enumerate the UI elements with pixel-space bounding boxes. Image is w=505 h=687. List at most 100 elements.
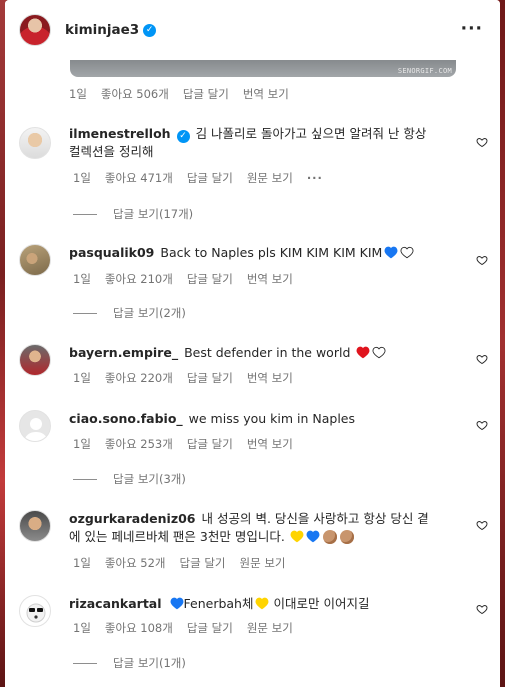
replies-divider: [73, 662, 97, 664]
view-replies-button[interactable]: 답글 보기(3개): [73, 471, 186, 487]
comment-likes[interactable]: 좋아요 210개: [105, 271, 173, 287]
more-options-icon[interactable]: ···: [461, 19, 483, 39]
commenter-avatar[interactable]: [19, 344, 51, 376]
image-watermark: SENORGIF.COM: [397, 67, 452, 75]
comment-body: we miss you kim in Naples: [188, 411, 355, 426]
comment-meta: 1일 좋아요 210개 답글 달기 번역 보기: [73, 271, 307, 287]
comment-original-button[interactable]: 원문 보기: [240, 555, 286, 571]
default-user-icon: [24, 418, 48, 441]
commenter-username[interactable]: ciao.sono.fabio_: [69, 411, 183, 426]
comment-body-line1: 김 나폴리로 돌아가고 싶으면 알려줘 난 항상: [195, 126, 427, 141]
comment-meta: 1일 좋아요 253개 답글 달기 번역 보기: [73, 436, 307, 452]
view-replies-button[interactable]: 답글 보기(2개): [73, 305, 186, 321]
view-replies-label: 답글 보기(1개): [113, 656, 186, 670]
comment-body-part1: Fenerbah체: [183, 596, 254, 611]
author-avatar[interactable]: [19, 14, 51, 46]
commenter-avatar[interactable]: [19, 127, 51, 159]
comment-time: 1일: [73, 171, 91, 185]
comment-time: 1일: [73, 437, 91, 451]
verified-badge-icon: ✓: [176, 130, 190, 143]
comment-body: Back to Naples pls KIM KIM KIM KIM: [160, 245, 383, 260]
comment-more-icon[interactable]: ···: [307, 171, 323, 185]
comment-time: 1일: [73, 272, 91, 286]
comment-original-button[interactable]: 원문 보기: [247, 620, 293, 636]
blue-heart-icon: [306, 530, 320, 543]
comment-likes[interactable]: 좋아요 52개: [105, 555, 166, 571]
comments-panel: kiminjae3 ✓ ··· SENORGIF.COM 1일 좋아요 506개…: [5, 0, 500, 687]
comment-meta: 1일 좋아요 220개 답글 달기 번역 보기: [73, 370, 307, 386]
commenter-username[interactable]: ilmenestrelloh: [69, 126, 171, 141]
comment-meta: 1일 좋아요 108개 답글 달기 원문 보기: [73, 620, 307, 636]
commenter-username[interactable]: ozgurkaradeniz06: [69, 511, 196, 526]
like-heart-outline-icon[interactable]: [476, 254, 488, 266]
white-heart-icon: [372, 346, 386, 359]
author-username-text[interactable]: kiminjae3: [65, 22, 139, 38]
commenter-avatar-default[interactable]: [19, 410, 51, 442]
white-heart-icon: [400, 246, 414, 259]
avatar-dog-icon: [26, 603, 46, 623]
post-likes[interactable]: 좋아요 506개: [101, 86, 169, 102]
comment-body-line2: 에 있는 페네르바체 팬은 3천만 명입니다.: [69, 529, 285, 544]
red-heart-icon: [356, 346, 370, 359]
commenter-avatar[interactable]: [19, 510, 51, 542]
post-translate-button[interactable]: 번역 보기: [243, 86, 289, 102]
comment-reply-button[interactable]: 답글 달기: [187, 370, 233, 386]
commenter-username[interactable]: rizacankartal: [69, 596, 162, 611]
comment-text: ozgurkaradeniz06 내 성공의 벽. 당신을 사랑하고 항상 당신 …: [69, 510, 464, 546]
view-replies-label: 답글 보기(3개): [113, 472, 186, 486]
comment-translate-button[interactable]: 번역 보기: [247, 370, 293, 386]
commenter-username[interactable]: pasqualik09: [69, 245, 154, 260]
comment-text: bayern.empire_ Best defender in the world: [69, 344, 464, 362]
blue-heart-icon: [170, 597, 183, 610]
comment-reply-button[interactable]: 답글 달기: [180, 555, 226, 571]
like-heart-outline-icon[interactable]: [476, 519, 488, 531]
yellow-heart-icon: [290, 530, 304, 543]
comment-likes[interactable]: 좋아요 108개: [105, 620, 173, 636]
comment-text: ilmenestrelloh ✓ 김 나폴리로 돌아가고 싶으면 알려줘 난 항상 …: [69, 125, 464, 161]
comment-reply-button[interactable]: 답글 달기: [187, 271, 233, 287]
view-replies-label: 답글 보기(17개): [113, 207, 194, 221]
comment-time: 1일: [73, 556, 91, 570]
comment-likes[interactable]: 좋아요 253개: [105, 436, 173, 452]
commenter-username[interactable]: bayern.empire_: [69, 345, 178, 360]
comment-likes[interactable]: 좋아요 220개: [105, 370, 173, 386]
comment-text: pasqualik09 Back to Naples pls KIM KIM KI…: [69, 244, 464, 262]
comment-reply-button[interactable]: 답글 달기: [187, 170, 233, 186]
comment-translate-button[interactable]: 번역 보기: [247, 436, 293, 452]
replies-divider: [73, 478, 97, 480]
clapping-hands-icon: [322, 530, 337, 544]
comment-likes[interactable]: 좋아요 471개: [105, 170, 173, 186]
yellow-heart-icon: [256, 597, 269, 610]
post-header: kiminjae3 ✓ ···: [5, 0, 500, 60]
view-replies-button[interactable]: 답글 보기(17개): [73, 206, 193, 222]
comment-translate-button[interactable]: 번역 보기: [247, 271, 293, 287]
like-heart-outline-icon[interactable]: [476, 419, 488, 431]
comment-meta: 1일 좋아요 52개 답글 달기 원문 보기: [73, 555, 299, 571]
commenter-avatar[interactable]: [19, 244, 51, 276]
comment-time: 1일: [73, 371, 91, 385]
post-reply-button[interactable]: 답글 달기: [183, 86, 229, 102]
comment-meta: 1일 좋아요 471개 답글 달기 원문 보기 ···: [73, 170, 337, 186]
comment-reply-button[interactable]: 답글 달기: [187, 620, 233, 636]
comment-text: rizacankartal Fenerbah체 이대로만 이어지길: [69, 595, 464, 613]
commenter-avatar[interactable]: [19, 595, 51, 627]
comment-body-line2: 컬렉션을 정리해: [69, 144, 154, 159]
verified-badge-icon: ✓: [143, 23, 157, 37]
post-meta: 1일 좋아요 506개 답글 달기 번역 보기: [69, 86, 303, 102]
comment-time: 1일: [73, 621, 91, 635]
view-replies-button[interactable]: 답글 보기(1개): [73, 655, 186, 671]
comment-reply-button[interactable]: 답글 달기: [187, 436, 233, 452]
author-username[interactable]: kiminjae3 ✓: [65, 22, 157, 38]
view-replies-label: 답글 보기(2개): [113, 306, 186, 320]
blue-heart-icon: [384, 246, 398, 259]
post-time: 1일: [69, 87, 87, 101]
like-heart-outline-icon[interactable]: [476, 353, 488, 365]
clapping-hands-icon: [339, 530, 354, 544]
comment-original-button[interactable]: 원문 보기: [247, 170, 293, 186]
comment-text: ciao.sono.fabio_ we miss you kim in Naple…: [69, 410, 464, 428]
like-heart-outline-icon[interactable]: [476, 136, 488, 148]
comment-body: Best defender in the world: [184, 345, 351, 360]
comment-body-line1: 내 성공의 벽. 당신을 사랑하고 항상 당신 곁: [201, 511, 429, 526]
replies-divider: [73, 213, 97, 215]
like-heart-outline-icon[interactable]: [476, 603, 488, 615]
